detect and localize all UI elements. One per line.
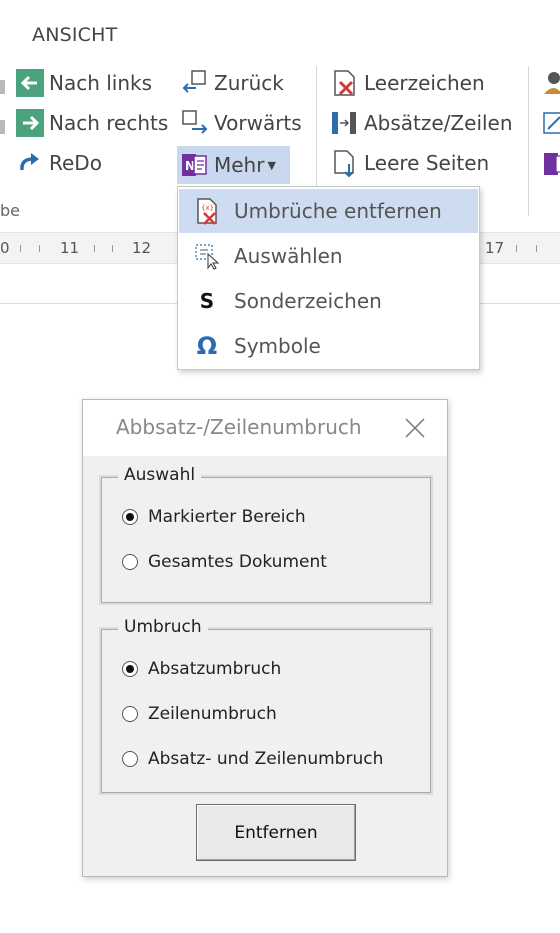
menu-item-label: Symbole	[234, 334, 321, 358]
radio-absatzumbruch[interactable]: Absatzumbruch	[122, 659, 281, 679]
radio-label: Absatz- und Zeilenumbruch	[148, 749, 384, 769]
menu-item-sonderzeichen[interactable]: S Sonderzeichen	[179, 279, 478, 323]
vorwaerts-button[interactable]: Vorwärts	[180, 108, 302, 138]
radio-button-selected[interactable]	[122, 661, 138, 677]
vorwaerts-label: Vorwärts	[214, 111, 302, 135]
redo-label: ReDo	[49, 151, 102, 175]
menu-item-umbrueche-entfernen[interactable]: {x} Umbrüche entfernen	[179, 189, 478, 233]
redo-arrow-icon	[15, 148, 45, 178]
menu-item-auswaehlen[interactable]: Auswählen	[179, 234, 478, 278]
radio-button[interactable]	[122, 706, 138, 722]
chevron-down-icon: ▼	[267, 158, 276, 172]
arrow-right-box-icon	[15, 108, 45, 138]
nach-links-label: Nach links	[49, 71, 153, 95]
menu-item-symbole[interactable]: Ω Symbole	[179, 324, 478, 368]
omega-icon: Ω	[196, 332, 218, 360]
auswahl-legend: Auswahl	[118, 465, 202, 485]
leerzeichen-label: Leerzeichen	[364, 71, 485, 95]
tab-ansicht[interactable]: ANSICHT	[32, 24, 117, 46]
ruler-tick-label: 0	[0, 239, 10, 257]
radio-button[interactable]	[122, 751, 138, 767]
mehr-label: Mehr	[214, 153, 265, 177]
zurueck-button[interactable]: Zurück	[180, 68, 284, 98]
group-label: be	[0, 201, 20, 220]
umbruch-legend: Umbruch	[118, 617, 208, 637]
select-cursor-icon	[187, 242, 227, 270]
cut-off-icon-left-2	[0, 120, 5, 134]
forward-copy-icon	[180, 108, 210, 138]
menu-item-label: Auswählen	[234, 244, 343, 268]
close-icon[interactable]	[401, 414, 429, 442]
remove-breaks-icon: {x}	[187, 197, 227, 225]
ruler-tick-label: 12	[132, 239, 152, 257]
auswahl-group	[99, 475, 433, 605]
group-separator-2	[528, 66, 529, 216]
back-copy-icon	[180, 68, 210, 98]
radio-zeilenumbruch[interactable]: Zeilenumbruch	[122, 704, 277, 724]
mehr-button[interactable]: N Mehr ▼	[177, 146, 290, 184]
mehr-dropdown-menu: {x} Umbrüche entfernen Auswählen S Sonde…	[177, 186, 480, 370]
arrow-left-box-icon	[15, 68, 45, 98]
paragraph-lines-icon	[330, 108, 360, 138]
zurueck-label: Zurück	[214, 71, 284, 95]
nach-rechts-label: Nach rechts	[49, 111, 169, 135]
umbruch-dialog: Abbsatz-/Zeilenumbruch Auswahl Markierte…	[82, 399, 448, 877]
remove-space-icon	[330, 68, 360, 98]
radio-button-selected[interactable]	[122, 509, 138, 525]
leere-seiten-label: Leere Seiten	[364, 151, 490, 175]
leerzeichen-button[interactable]: Leerzeichen	[330, 68, 485, 98]
radio-label: Markierter Bereich	[148, 507, 306, 527]
radio-label: Gesamtes Dokument	[148, 552, 327, 572]
absaetze-zeilen-button[interactable]: Absätze/Zeilen	[330, 108, 513, 138]
entfernen-button[interactable]: Entfernen	[196, 804, 356, 861]
leere-seiten-button[interactable]: Leere Seiten	[330, 148, 489, 178]
nach-rechts-button[interactable]: Nach rechts	[15, 108, 168, 138]
redo-button[interactable]: ReDo	[15, 148, 102, 178]
menu-item-label: Umbrüche entfernen	[234, 199, 442, 223]
radio-markierter-bereich[interactable]: Markierter Bereich	[122, 507, 306, 527]
ruler-tick-label: 17	[485, 239, 505, 257]
blank-page-icon	[330, 148, 360, 178]
cut-off-icon-left	[0, 80, 5, 94]
svg-text:{x}: {x}	[201, 204, 214, 212]
radio-label: Absatzumbruch	[148, 659, 282, 679]
bold-s-icon: S	[199, 289, 215, 313]
ruler-tick-label: 11	[60, 239, 80, 257]
edit-image-icon[interactable]	[542, 110, 560, 140]
radio-absatz-und-zeilenumbruch[interactable]: Absatz- und Zeilenumbruch	[122, 749, 383, 769]
radio-button[interactable]	[122, 554, 138, 570]
user-icon[interactable]	[542, 70, 560, 100]
radio-gesamtes-dokument[interactable]: Gesamtes Dokument	[122, 552, 327, 572]
radio-label: Zeilenumbruch	[148, 704, 277, 724]
nach-links-button[interactable]: Nach links	[15, 68, 152, 98]
absaetze-zeilen-label: Absätze/Zeilen	[364, 111, 513, 135]
menu-item-label: Sonderzeichen	[234, 289, 382, 313]
dialog-titlebar: Abbsatz-/Zeilenumbruch	[83, 400, 447, 456]
onenote-icon-partial[interactable]	[542, 150, 560, 180]
dialog-title: Abbsatz-/Zeilenumbruch	[116, 415, 362, 439]
onenote-icon: N	[180, 150, 210, 180]
